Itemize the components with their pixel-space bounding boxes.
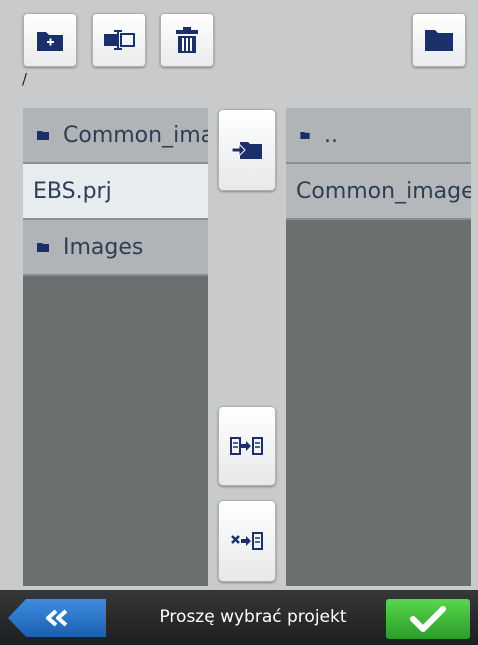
folder-icon — [300, 131, 310, 139]
status-message: Proszę wybrać projekt — [159, 607, 347, 627]
current-path: / — [22, 70, 28, 88]
new-folder-button[interactable] — [23, 13, 77, 67]
trash-icon — [176, 27, 198, 53]
folder-icon — [37, 130, 49, 140]
list-item[interactable]: Images — [23, 220, 208, 276]
list-item-selected[interactable]: EBS.prj — [23, 164, 208, 220]
list-item-label: Images — [63, 234, 144, 260]
delete-copy-icon — [231, 532, 263, 550]
delete-button[interactable] — [160, 13, 214, 67]
bottom-bar: Proszę wybrać projekt — [0, 590, 478, 645]
back-button[interactable] — [8, 599, 106, 637]
list-item-label: Common_images — [296, 178, 471, 204]
list-item-parent[interactable]: .. — [286, 108, 471, 164]
rename-button[interactable] — [92, 13, 146, 67]
list-item[interactable]: Common_images — [286, 164, 471, 220]
delete-copy-button[interactable] — [218, 500, 276, 582]
accept-button[interactable] — [386, 599, 470, 639]
folder-icon — [425, 30, 453, 51]
checkmark-icon — [410, 606, 446, 632]
copy-file-icon — [230, 437, 263, 455]
list-item-label: EBS.prj — [33, 178, 112, 204]
copy-file-button[interactable] — [218, 406, 276, 486]
list-item[interactable]: Common_images — [23, 108, 208, 164]
open-folder-button[interactable] — [412, 13, 466, 67]
double-chevron-left-icon — [46, 609, 68, 627]
move-into-folder-button[interactable] — [218, 109, 276, 191]
right-file-list[interactable]: .. Common_images — [286, 108, 471, 586]
list-item-label: .. — [324, 122, 338, 148]
left-file-list[interactable]: Common_images EBS.prj Images — [23, 108, 208, 586]
move-into-folder-icon — [231, 142, 262, 159]
rename-icon — [104, 30, 135, 50]
new-folder-icon — [37, 32, 63, 51]
folder-icon — [37, 242, 49, 252]
list-item-label: Common_images — [63, 122, 208, 148]
